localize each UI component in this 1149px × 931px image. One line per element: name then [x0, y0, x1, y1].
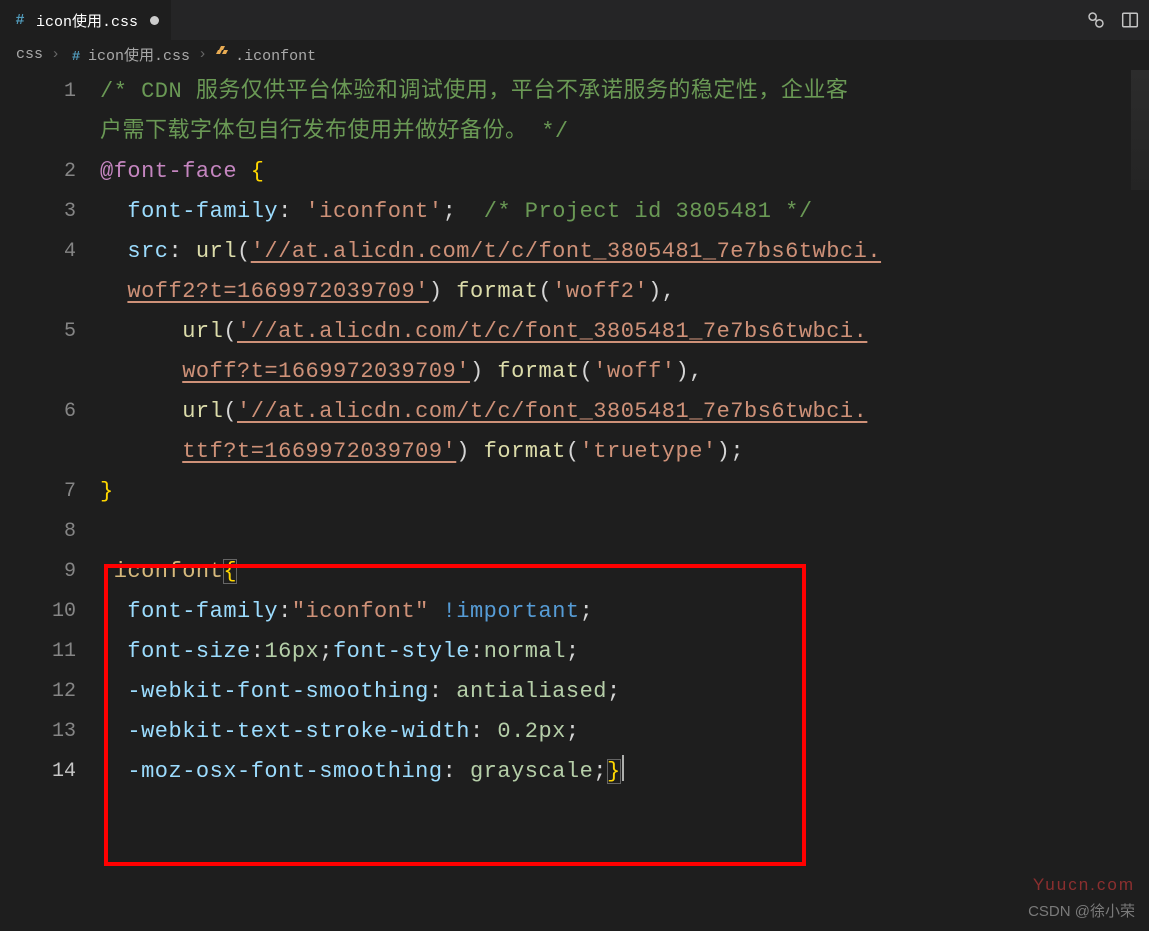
- line-number: 8: [0, 512, 100, 552]
- code-content: url('//at.alicdn.com/t/c/font_3805481_7e…: [100, 312, 867, 352]
- code-line[interactable]: 2@font-face {: [0, 152, 1149, 192]
- code-line[interactable]: 5 url('//at.alicdn.com/t/c/font_3805481_…: [0, 312, 1149, 352]
- code-content: 户需下载字体包自行发布使用并做好备份。 */: [100, 112, 569, 152]
- split-editor-icon[interactable]: [1121, 11, 1139, 29]
- compare-icon[interactable]: [1087, 11, 1105, 29]
- code-content: .iconfont{: [100, 552, 237, 592]
- code-line[interactable]: woff2?t=1669972039709') format('woff2'),: [0, 272, 1149, 312]
- code-line[interactable]: 9.iconfont{: [0, 552, 1149, 592]
- code-content: url('//at.alicdn.com/t/c/font_3805481_7e…: [100, 392, 867, 432]
- chevron-right-icon: ›: [51, 46, 60, 63]
- line-number: 6: [0, 392, 100, 432]
- code-line[interactable]: 6 url('//at.alicdn.com/t/c/font_3805481_…: [0, 392, 1149, 432]
- line-number: 13: [0, 712, 100, 752]
- breadcrumb-symbol[interactable]: .iconfont: [215, 44, 316, 65]
- code-editor[interactable]: 1/* CDN 服务仅供平台体验和调试使用，平台不承诺服务的稳定性，企业客户需下…: [0, 68, 1149, 792]
- code-content: font-family: 'iconfont'; /* Project id 3…: [100, 192, 813, 232]
- code-line[interactable]: 11 font-size:16px;font-style:normal;: [0, 632, 1149, 672]
- code-content: woff?t=1669972039709') format('woff'),: [100, 352, 703, 392]
- line-number: 1: [0, 72, 100, 112]
- line-number: 14: [0, 752, 100, 792]
- css-file-icon: #: [12, 12, 28, 28]
- code-content: -webkit-font-smoothing: antialiased;: [100, 672, 621, 712]
- tab-filename: icon使用.css: [36, 10, 138, 31]
- code-content: src: url('//at.alicdn.com/t/c/font_38054…: [100, 232, 881, 272]
- watermark-csdn: CSDN @徐小荣: [1028, 900, 1135, 921]
- editor-actions: [1087, 0, 1149, 40]
- code-content: @font-face {: [100, 152, 264, 192]
- line-number: 4: [0, 232, 100, 272]
- code-line[interactable]: 户需下载字体包自行发布使用并做好备份。 */: [0, 112, 1149, 152]
- code-line[interactable]: 1/* CDN 服务仅供平台体验和调试使用，平台不承诺服务的稳定性，企业客: [0, 72, 1149, 112]
- unsaved-indicator-icon: [150, 16, 159, 25]
- line-number: 10: [0, 592, 100, 632]
- line-number: 3: [0, 192, 100, 232]
- code-line[interactable]: 7}: [0, 472, 1149, 512]
- line-number: 5: [0, 312, 100, 352]
- code-line[interactable]: woff?t=1669972039709') format('woff'),: [0, 352, 1149, 392]
- chevron-right-icon: ›: [198, 46, 207, 63]
- code-line[interactable]: 10 font-family:"iconfont" !important;: [0, 592, 1149, 632]
- symbol-class-icon: [215, 44, 231, 60]
- code-line[interactable]: 14 -moz-osx-font-smoothing: grayscale;}: [0, 752, 1149, 792]
- code-content: -webkit-text-stroke-width: 0.2px;: [100, 712, 580, 752]
- code-line[interactable]: 3 font-family: 'iconfont'; /* Project id…: [0, 192, 1149, 232]
- code-line[interactable]: 8: [0, 512, 1149, 552]
- code-content: -moz-osx-font-smoothing: grayscale;}: [100, 752, 624, 792]
- code-line[interactable]: 12 -webkit-font-smoothing: antialiased;: [0, 672, 1149, 712]
- editor-tab[interactable]: # icon使用.css: [0, 0, 172, 40]
- code-line[interactable]: ttf?t=1669972039709') format('truetype')…: [0, 432, 1149, 472]
- breadcrumb-folder[interactable]: css: [16, 46, 43, 63]
- line-number: 9: [0, 552, 100, 592]
- css-file-icon: #: [68, 49, 84, 65]
- line-number: 12: [0, 672, 100, 712]
- code-line[interactable]: 13 -webkit-text-stroke-width: 0.2px;: [0, 712, 1149, 752]
- code-content: woff2?t=1669972039709') format('woff2'),: [100, 272, 676, 312]
- line-number: 2: [0, 152, 100, 192]
- code-content: ttf?t=1669972039709') format('truetype')…: [100, 432, 744, 472]
- code-content: font-family:"iconfont" !important;: [100, 592, 593, 632]
- code-content: font-size:16px;font-style:normal;: [100, 632, 580, 672]
- breadcrumb-file[interactable]: #icon使用.css: [68, 44, 190, 65]
- breadcrumbs: css › #icon使用.css › .iconfont: [0, 40, 1149, 68]
- line-number: 7: [0, 472, 100, 512]
- line-number: 11: [0, 632, 100, 672]
- watermark-site: Yuucn.com: [1033, 875, 1135, 895]
- code-content: /* CDN 服务仅供平台体验和调试使用，平台不承诺服务的稳定性，企业客: [100, 72, 848, 112]
- code-line[interactable]: 4 src: url('//at.alicdn.com/t/c/font_380…: [0, 232, 1149, 272]
- minimap[interactable]: [1131, 70, 1149, 190]
- code-content: }: [100, 472, 114, 512]
- tab-bar: # icon使用.css: [0, 0, 1149, 40]
